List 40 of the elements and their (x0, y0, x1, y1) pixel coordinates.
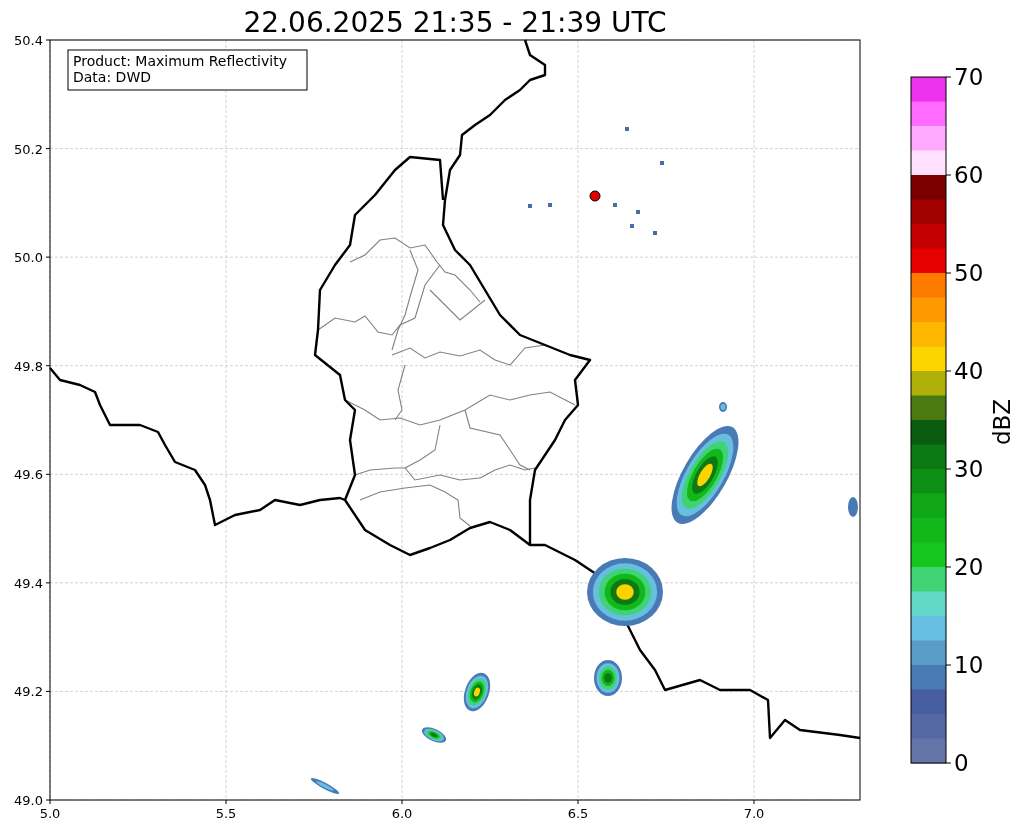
y-axis-label: 49.2 (14, 684, 43, 700)
colorbar-label: 0 (954, 750, 969, 776)
y-axis-label: 50.4 (14, 33, 43, 48)
colorbar-label: 40 (954, 358, 984, 384)
info-text: Product: Maximum Reflectivity (73, 53, 287, 69)
radar-echo (548, 203, 552, 207)
colorbar-label: 50 (954, 260, 984, 286)
y-axis-label: 49.6 (14, 467, 43, 483)
colorbar-label: 60 (954, 162, 984, 188)
y-axis-label: 50.2 (14, 141, 43, 157)
radar-echo (719, 402, 727, 412)
location-marker (589, 190, 601, 202)
colorbar-label: 10 (954, 652, 984, 678)
y-axis-label: 49.8 (14, 358, 43, 374)
x-axis-label: 6.0 (391, 806, 413, 821)
radar-echo (613, 203, 617, 207)
radar-echo (660, 161, 664, 165)
info-text: Data: DWD (73, 69, 151, 85)
chart-title: 22.06.2025 21:35 - 21:39 UTC (243, 6, 667, 39)
radar-echo (463, 672, 491, 712)
radar-echo (653, 231, 657, 235)
radar-echo (528, 204, 532, 208)
y-axis-label: 50.0 (14, 250, 43, 266)
radar-echo (630, 224, 634, 228)
colorbar-title: dBZ (989, 398, 1015, 446)
y-axis-label: 49.0 (14, 793, 43, 808)
x-axis-label: 5.0 (39, 806, 61, 821)
colorbar-label: 20 (954, 554, 984, 580)
radar-echo (848, 497, 858, 517)
radar-echo (594, 660, 622, 696)
y-axis-label: 49.4 (14, 575, 43, 591)
colorbar-label: 70 (954, 64, 984, 90)
x-axis-label: 6.5 (567, 806, 589, 821)
radar-echo (636, 210, 640, 214)
radar-echo (310, 778, 340, 794)
radar-echo (625, 127, 629, 131)
x-axis-label: 7.0 (743, 806, 765, 821)
radar-echo (421, 727, 447, 743)
x-axis-label: 5.5 (215, 806, 237, 821)
colorbar-label: 30 (954, 456, 984, 482)
